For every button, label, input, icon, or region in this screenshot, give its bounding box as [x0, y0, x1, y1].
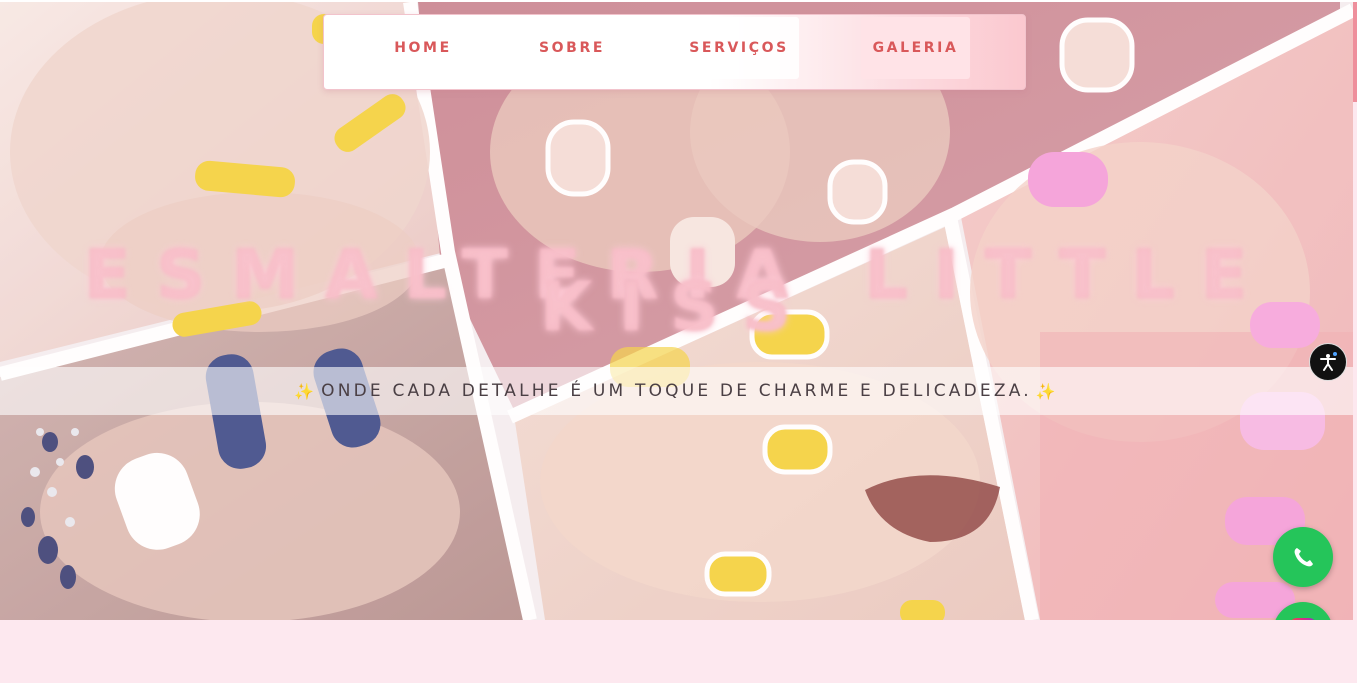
- nav-servicos[interactable]: SERVIÇOS: [679, 17, 799, 79]
- accessibility-icon: [1320, 352, 1337, 371]
- hero-overlay: [0, 2, 1353, 620]
- main-navigation: HOME SOBRE SERVIÇOS GALERIA: [323, 14, 1026, 90]
- whatsapp-button[interactable]: [1273, 527, 1333, 587]
- whatsapp-icon: [1294, 548, 1313, 567]
- page-content-background: [0, 620, 1357, 683]
- nav-sobre[interactable]: SOBRE: [527, 17, 617, 79]
- sparkle-icon: ✨: [1035, 381, 1059, 401]
- sparkle-icon: ✨: [294, 381, 318, 401]
- hero-section: [0, 2, 1353, 620]
- scroll-indicator: [1353, 2, 1357, 102]
- hero-tagline-bar: ✨ ONDE CADA DETALHE É UM TOQUE DE CHARME…: [0, 367, 1353, 415]
- accessibility-button[interactable]: [1309, 343, 1347, 381]
- nav-home[interactable]: HOME: [380, 17, 466, 79]
- hero-tagline: ONDE CADA DETALHE É UM TOQUE DE CHARME E…: [321, 381, 1032, 401]
- nav-galeria[interactable]: GALERIA: [861, 17, 970, 79]
